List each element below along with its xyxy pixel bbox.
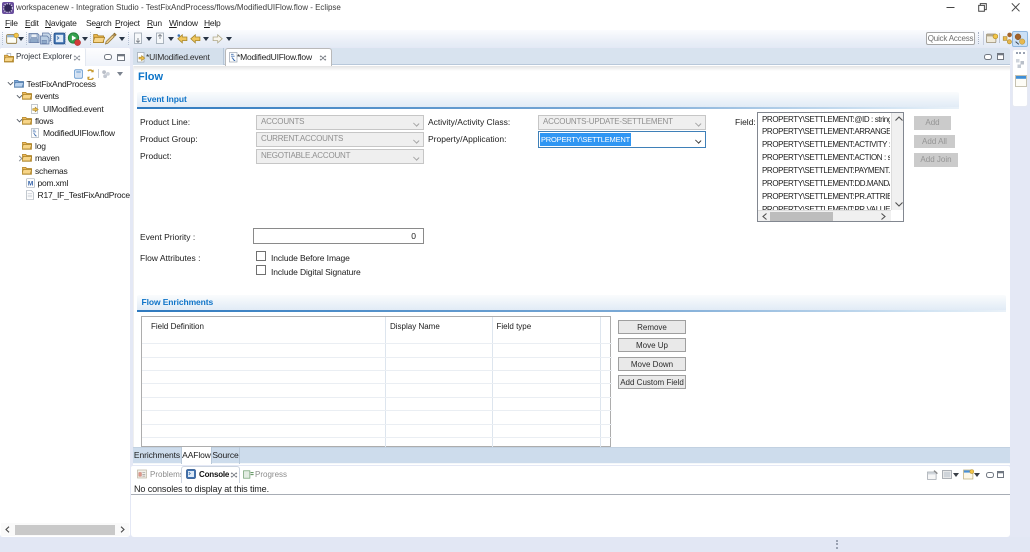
svg-text:M: M <box>28 181 33 188</box>
